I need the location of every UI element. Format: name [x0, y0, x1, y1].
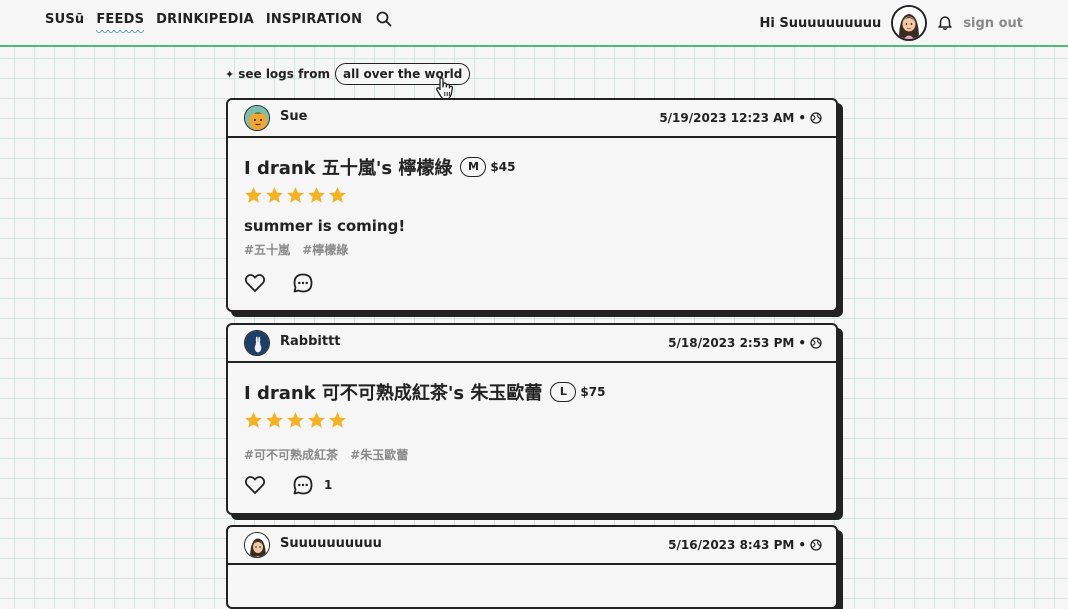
post-card: Rabbittt 5/18/2023 2:53 PM • I drank 可不可… — [226, 323, 838, 515]
post-body: I drank 可不可熟成紅茶's 朱玉歐蕾 L $75 #可不可熟成紅茶 #朱… — [228, 363, 836, 463]
post-header: Suuuuuuuuuu 5/16/2023 8:43 PM • — [228, 527, 836, 565]
post-title-row: I drank 可不可熟成紅茶's 朱玉歐蕾 L $75 — [244, 379, 820, 405]
post-body: I drank 五十嵐's 檸檬綠 M $45 summer is coming… — [228, 138, 836, 258]
post-avatar[interactable] — [244, 105, 270, 131]
orange-avatar-image — [245, 106, 270, 131]
sparkle-icon: ✦ — [225, 68, 234, 81]
comment-count: 1 — [324, 478, 332, 492]
post-meta: 5/18/2023 2:53 PM • — [668, 336, 822, 350]
star-icon — [265, 186, 284, 205]
star-icon — [286, 186, 305, 205]
post-timestamp: 5/16/2023 8:43 PM — [668, 538, 794, 552]
nav-user: Hi Suuuuuuuuuu sign out — [760, 5, 1023, 41]
logs-filter-label: see logs from — [238, 67, 330, 81]
post-card: Suuuuuuuuuu 5/16/2023 8:43 PM • — [226, 525, 838, 609]
bell-icon[interactable] — [937, 15, 953, 31]
post-title: I drank 五十嵐's 檸檬綠 — [244, 154, 452, 180]
globe-icon — [810, 539, 822, 551]
star-icon — [307, 186, 326, 205]
nav-links: SUSū FEEDS DRINKIPEDIA INSPIRATION — [45, 11, 392, 27]
post-title: I drank 可不可熟成紅茶's 朱玉歐蕾 — [244, 379, 542, 405]
comment-icon[interactable] — [292, 272, 314, 294]
price-label: $45 — [490, 160, 515, 174]
post-note: summer is coming! — [244, 217, 820, 235]
post-username[interactable]: Suuuuuuuuuu — [280, 536, 382, 551]
nav-inspiration[interactable]: INSPIRATION — [266, 12, 362, 27]
user-avatar-image — [245, 533, 270, 558]
user-greeting: Hi Suuuuuuuuuu — [760, 16, 882, 31]
comment-icon[interactable] — [292, 474, 314, 496]
hashtag-link[interactable]: #檸檬綠 — [302, 243, 348, 257]
star-icon — [307, 411, 326, 430]
post-avatar[interactable] — [244, 532, 270, 558]
rabbit-avatar-image — [245, 331, 270, 356]
post-title-row: I drank 五十嵐's 檸檬綠 M $45 — [244, 154, 820, 180]
post-card: Sue 5/19/2023 12:23 AM • I drank 五十嵐's 檸… — [226, 98, 838, 312]
post-avatar[interactable] — [244, 330, 270, 356]
top-nav: SUSū FEEDS DRINKIPEDIA INSPIRATION Hi Su… — [0, 0, 1068, 47]
post-timestamp: 5/19/2023 12:23 AM — [659, 111, 794, 125]
size-badge: M — [460, 157, 486, 177]
meta-separator: • — [798, 538, 806, 552]
hashtag-link[interactable]: #朱玉歐蕾 — [350, 448, 408, 462]
star-icon — [328, 411, 347, 430]
logo-link[interactable]: SUSū — [45, 12, 84, 27]
post-header: Rabbittt 5/18/2023 2:53 PM • — [228, 325, 836, 363]
heart-icon[interactable] — [244, 474, 266, 496]
meta-separator: • — [798, 336, 806, 350]
hashtag-link[interactable]: #可不可熟成紅茶 — [244, 448, 338, 462]
size-badge: L — [550, 382, 576, 402]
hashtag-link[interactable]: #五十嵐 — [244, 243, 290, 257]
post-username[interactable]: Sue — [280, 109, 307, 124]
star-icon — [265, 411, 284, 430]
star-icon — [244, 411, 263, 430]
rating-stars — [244, 186, 820, 205]
nav-drinkipedia[interactable]: DRINKIPEDIA — [156, 12, 254, 27]
price-label: $75 — [580, 385, 605, 399]
globe-icon — [810, 112, 822, 124]
star-icon — [286, 411, 305, 430]
heart-icon[interactable] — [244, 272, 266, 294]
post-tags: #可不可熟成紅茶 #朱玉歐蕾 — [244, 446, 820, 463]
post-header: Sue 5/19/2023 12:23 AM • — [228, 100, 836, 138]
post-actions: 1 — [244, 474, 332, 496]
post-meta: 5/16/2023 8:43 PM • — [668, 538, 822, 552]
user-avatar-image — [893, 7, 925, 39]
sign-out-link[interactable]: sign out — [963, 16, 1023, 31]
post-meta: 5/19/2023 12:23 AM • — [659, 111, 822, 125]
rating-stars — [244, 411, 820, 430]
search-icon[interactable] — [376, 11, 392, 27]
user-avatar[interactable] — [891, 5, 927, 41]
post-tags: #五十嵐 #檸檬綠 — [244, 241, 820, 258]
star-icon — [244, 186, 263, 205]
star-icon — [328, 186, 347, 205]
post-actions — [244, 272, 324, 294]
nav-feeds[interactable]: FEEDS — [96, 12, 144, 27]
globe-icon — [810, 337, 822, 349]
post-timestamp: 5/18/2023 2:53 PM — [668, 336, 794, 350]
post-username[interactable]: Rabbittt — [280, 334, 341, 349]
meta-separator: • — [798, 111, 806, 125]
